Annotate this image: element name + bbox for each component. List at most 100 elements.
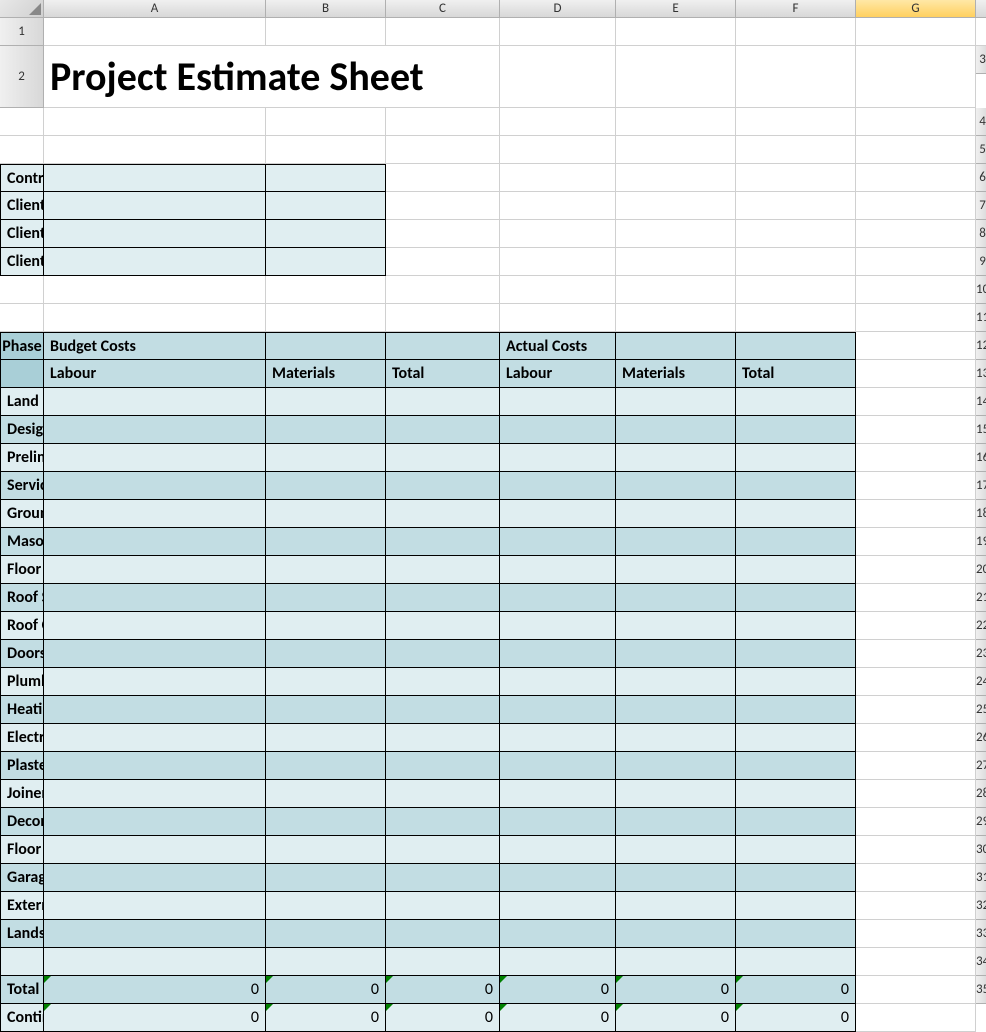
- cell-D9[interactable]: [386, 276, 500, 304]
- cell-E29[interactable]: [500, 836, 616, 864]
- cell-C31[interactable]: [266, 892, 386, 920]
- cell-blank-23[interactable]: [856, 668, 976, 696]
- cell-G6[interactable]: [736, 192, 856, 220]
- cell-B5[interactable]: [44, 164, 266, 192]
- col-header-F[interactable]: F: [736, 0, 856, 18]
- cell-B30[interactable]: [44, 864, 266, 892]
- cell-G13[interactable]: [736, 388, 856, 416]
- cell-C7[interactable]: [266, 220, 386, 248]
- cell-G5[interactable]: [736, 164, 856, 192]
- cell-G10[interactable]: [736, 304, 856, 332]
- cell-G31[interactable]: [736, 892, 856, 920]
- cell-F28[interactable]: [616, 808, 736, 836]
- row-header-10[interactable]: 10: [976, 276, 986, 304]
- cell-D8[interactable]: [386, 248, 500, 276]
- col-header-C[interactable]: C: [386, 0, 500, 18]
- cell-F16[interactable]: [616, 472, 736, 500]
- cell-F7[interactable]: [616, 220, 736, 248]
- row-header-31[interactable]: 31: [976, 864, 986, 892]
- cell-E2[interactable]: [500, 46, 616, 108]
- cell-B20[interactable]: [44, 584, 266, 612]
- cell-D26[interactable]: [386, 752, 500, 780]
- cell-B18[interactable]: [44, 528, 266, 556]
- cell-F10[interactable]: [616, 304, 736, 332]
- cell-E7[interactable]: [500, 220, 616, 248]
- cell-C19[interactable]: [266, 556, 386, 584]
- cell-F25[interactable]: [616, 724, 736, 752]
- cell-C16[interactable]: [266, 472, 386, 500]
- cell-D6[interactable]: [386, 192, 500, 220]
- cell-B19[interactable]: [44, 556, 266, 584]
- cell-G4[interactable]: [736, 136, 856, 164]
- cell-C8[interactable]: [266, 248, 386, 276]
- cell-C4[interactable]: [266, 136, 386, 164]
- cell-B13[interactable]: [44, 388, 266, 416]
- cell-blank-5[interactable]: [856, 164, 976, 192]
- cell-B10[interactable]: [44, 304, 266, 332]
- cell-F9[interactable]: [616, 276, 736, 304]
- row-header-18[interactable]: 18: [976, 500, 986, 528]
- row-header-30[interactable]: 30: [976, 836, 986, 864]
- cell-D19[interactable]: [386, 556, 500, 584]
- cell-F32[interactable]: [616, 920, 736, 948]
- row-header-35[interactable]: 35: [976, 976, 986, 1004]
- row-header-9[interactable]: 9: [976, 248, 986, 276]
- cell-blank-33[interactable]: [856, 948, 976, 976]
- cell-C24[interactable]: [266, 696, 386, 724]
- row-header-19[interactable]: 19: [976, 528, 986, 556]
- cell-D30[interactable]: [386, 864, 500, 892]
- cell-C20[interactable]: [266, 584, 386, 612]
- cell-A33[interactable]: [0, 948, 44, 976]
- cell-E14[interactable]: [500, 416, 616, 444]
- cell-B4[interactable]: [44, 136, 266, 164]
- cell-F31[interactable]: [616, 892, 736, 920]
- cell-blank-32[interactable]: [856, 920, 976, 948]
- row-header-8[interactable]: 8: [976, 220, 986, 248]
- cell-B33[interactable]: [44, 948, 266, 976]
- cell-B15[interactable]: [44, 444, 266, 472]
- cell-A9[interactable]: [0, 276, 44, 304]
- cell-blank-24[interactable]: [856, 696, 976, 724]
- cell-B21[interactable]: [44, 612, 266, 640]
- cell-G27[interactable]: [736, 780, 856, 808]
- cell-F29[interactable]: [616, 836, 736, 864]
- cell-blank-35[interactable]: [856, 1004, 976, 1032]
- cell-D32[interactable]: [386, 920, 500, 948]
- cell-blank-22[interactable]: [856, 640, 976, 668]
- row-header-22[interactable]: 22: [976, 612, 986, 640]
- cell-C13[interactable]: [266, 388, 386, 416]
- cell-D17[interactable]: [386, 500, 500, 528]
- cell-C9[interactable]: [266, 276, 386, 304]
- cell-C14[interactable]: [266, 416, 386, 444]
- cell-G11[interactable]: [736, 332, 856, 360]
- cell-B6[interactable]: [44, 192, 266, 220]
- cell-C33[interactable]: [266, 948, 386, 976]
- cell-F17[interactable]: [616, 500, 736, 528]
- cell-F11[interactable]: [616, 332, 736, 360]
- cell-G18[interactable]: [736, 528, 856, 556]
- cell-E3[interactable]: [500, 108, 616, 136]
- cell-F4[interactable]: [616, 136, 736, 164]
- cell-F1[interactable]: [736, 18, 856, 46]
- cell-G26[interactable]: [736, 752, 856, 780]
- cell-D11[interactable]: [386, 332, 500, 360]
- cell-B7[interactable]: [44, 220, 266, 248]
- cell-G33[interactable]: [736, 948, 856, 976]
- cell-E17[interactable]: [500, 500, 616, 528]
- cell-A3[interactable]: [0, 108, 44, 136]
- cell-C5[interactable]: [266, 164, 386, 192]
- row-header-11[interactable]: 11: [976, 304, 986, 332]
- cell-blank-6[interactable]: [856, 192, 976, 220]
- cell-F13[interactable]: [616, 388, 736, 416]
- cell-G17[interactable]: [736, 500, 856, 528]
- cell-B26[interactable]: [44, 752, 266, 780]
- cell-G9[interactable]: [736, 276, 856, 304]
- row-header-21[interactable]: 21: [976, 584, 986, 612]
- cell-blank-7[interactable]: [856, 220, 976, 248]
- row-header-20[interactable]: 20: [976, 556, 986, 584]
- cell-blank-31[interactable]: [856, 892, 976, 920]
- col-header-G[interactable]: G: [856, 0, 976, 18]
- cell-E26[interactable]: [500, 752, 616, 780]
- cell-C3[interactable]: [266, 108, 386, 136]
- cell-G1[interactable]: [856, 18, 976, 46]
